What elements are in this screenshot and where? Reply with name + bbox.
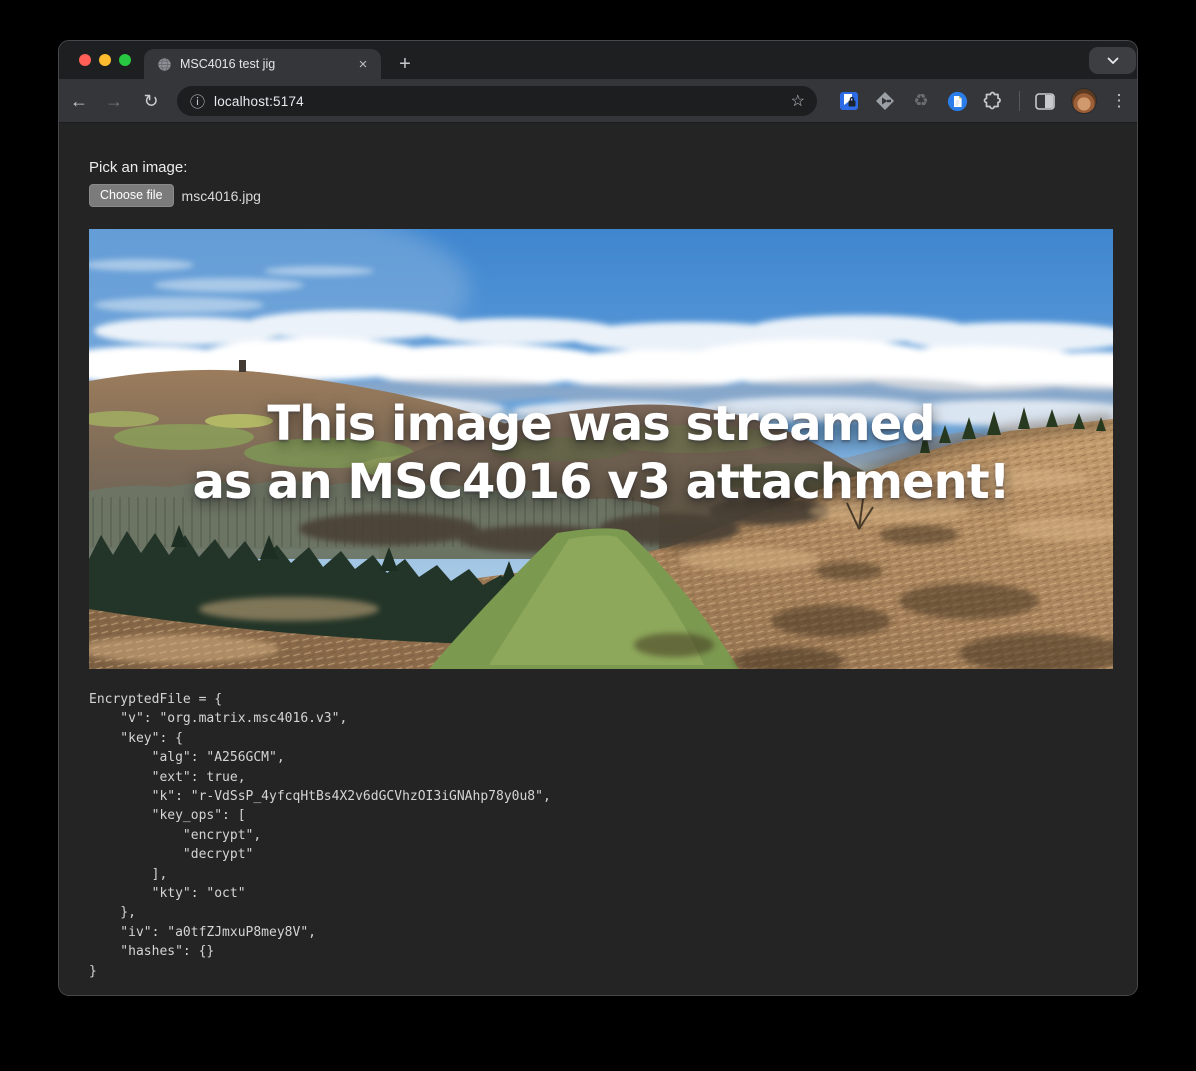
profile-avatar[interactable]: [1071, 88, 1097, 114]
site-info-icon[interactable]: ⓘ: [190, 91, 205, 112]
three-dots-icon: ⋮: [1111, 91, 1128, 111]
selected-filename: msc4016.jpg: [182, 188, 261, 204]
extensions-menu-button[interactable]: [981, 89, 1005, 113]
back-icon: ←: [70, 91, 88, 112]
page-content: Pick an image: Choose file msc4016.jpg: [59, 124, 1137, 996]
side-panel-icon: [1035, 93, 1055, 110]
browser-window: MSC4016 test jig × + ← → ↻ ⓘ localhost:5…: [58, 40, 1138, 996]
reload-button[interactable]: ↻: [139, 89, 163, 113]
minimize-window-button[interactable]: [99, 54, 111, 66]
photo-caption-line1: This image was streamed: [89, 395, 1113, 453]
chevron-down-icon: [1107, 57, 1119, 65]
zoom-window-button[interactable]: [119, 54, 131, 66]
url-text[interactable]: localhost:5174: [214, 94, 791, 109]
extension-docs-button[interactable]: [945, 89, 969, 113]
encrypted-file-json: EncryptedFile = { "v": "org.matrix.msc40…: [89, 690, 551, 981]
choose-file-button[interactable]: Choose file: [89, 184, 174, 207]
photo-caption-line2: as an MSC4016 v3 attachment!: [89, 453, 1113, 511]
address-bar[interactable]: ⓘ localhost:5174 ☆: [177, 86, 817, 116]
tab-search-button[interactable]: [1089, 47, 1136, 74]
browser-toolbar: ← → ↻ ⓘ localhost:5174 ☆: [59, 79, 1137, 123]
recycle-icon: ♻: [913, 91, 928, 111]
side-panel-button[interactable]: [1033, 89, 1057, 113]
file-input[interactable]: Choose file msc4016.jpg: [89, 184, 261, 207]
close-window-button[interactable]: [79, 54, 91, 66]
puzzle-piece-icon: [983, 91, 1003, 111]
forward-icon: →: [105, 91, 123, 112]
toolbar-separator: [1019, 91, 1020, 111]
gray-diamond-arrow-icon: [875, 91, 895, 111]
extension-recycle-button[interactable]: ♻: [909, 89, 933, 113]
traffic-lights: [79, 54, 131, 66]
extension-diamond-button[interactable]: [873, 89, 897, 113]
blue-bookmark-lock-icon: [839, 91, 859, 111]
tab-title: MSC4016 test jig: [180, 57, 355, 71]
forward-button[interactable]: →: [102, 89, 126, 113]
bookmark-star-icon[interactable]: ☆: [791, 91, 805, 111]
browser-tab[interactable]: MSC4016 test jig ×: [144, 49, 381, 79]
tab-strip: MSC4016 test jig × +: [59, 41, 1137, 79]
new-tab-button[interactable]: +: [390, 49, 420, 79]
screenshot-stage: MSC4016 test jig × + ← → ↻ ⓘ localhost:5…: [0, 0, 1196, 1071]
reload-icon: ↻: [143, 91, 158, 112]
back-button[interactable]: ←: [67, 89, 91, 113]
pick-image-label: Pick an image:: [89, 159, 187, 176]
tab-close-icon[interactable]: ×: [355, 57, 371, 72]
globe-favicon-icon: [157, 57, 172, 72]
landscape-photo: This image was streamed as an MSC4016 v3…: [89, 229, 1113, 669]
photo-caption: This image was streamed as an MSC4016 v3…: [89, 395, 1113, 511]
extension-lock-button[interactable]: [837, 89, 861, 113]
blue-document-icon: [947, 91, 968, 112]
browser-menu-button[interactable]: ⋮: [1107, 89, 1131, 113]
